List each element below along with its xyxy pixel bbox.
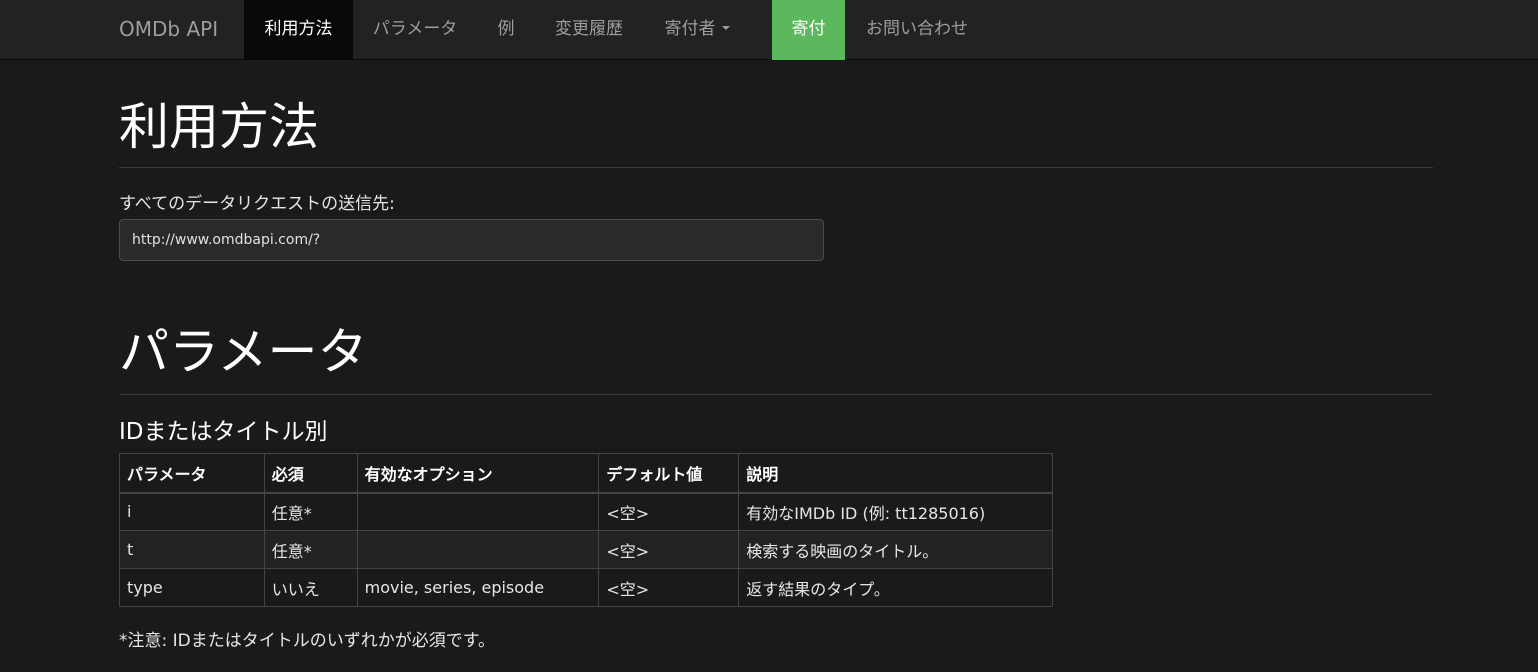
- divider: [119, 394, 1433, 395]
- chevron-down-icon: [721, 26, 730, 30]
- table-row: t 任意* <空> 検索する映画のタイトル。: [119, 530, 1053, 569]
- column-header: 説明: [738, 453, 1053, 494]
- usage-heading: 利用方法: [119, 98, 319, 156]
- table-cell: <空>: [598, 492, 740, 531]
- column-header: 必須: [263, 453, 358, 494]
- table-cell: 任意*: [263, 530, 358, 569]
- nav-item-usage[interactable]: 利用方法: [244, 0, 353, 60]
- table-cell: 任意*: [263, 492, 358, 531]
- table-cell: i: [119, 492, 265, 531]
- nav-item-donors-dropdown[interactable]: 寄付者: [643, 0, 751, 60]
- parameters-heading: パラメータ: [119, 323, 368, 381]
- table-header-row: パラメータ 必須 有効なオプション デフォルト値 説明: [119, 453, 1053, 494]
- parameters-table: パラメータ 必須 有効なオプション デフォルト値 説明 i 任意* <空> 有効…: [119, 453, 1053, 607]
- nav-item-parameters[interactable]: パラメータ: [353, 0, 477, 60]
- table-cell: 検索する映画のタイトル。: [738, 530, 1053, 569]
- table-cell: 有効なIMDb ID (例: tt1285016): [738, 492, 1053, 531]
- by-id-or-title-heading: IDまたはタイトル別: [119, 419, 328, 445]
- table-cell: [356, 530, 600, 569]
- nav-item-contact[interactable]: お問い合わせ: [845, 0, 989, 60]
- endpoint-url-field[interactable]: http://www.omdbapi.com/?: [119, 219, 824, 261]
- column-header: 有効なオプション: [356, 453, 600, 494]
- nav-item-examples[interactable]: 例: [477, 0, 535, 60]
- table-cell: いいえ: [263, 568, 358, 607]
- nav-item-donors-label: 寄付者: [664, 19, 716, 39]
- table-row: type いいえ movie, series, episode <空> 返す結果…: [119, 568, 1053, 607]
- required-note: *注意: IDまたはタイトルのいずれかが必須です。: [119, 631, 496, 651]
- table-cell: t: [119, 530, 265, 569]
- navbar: OMDb API 利用方法 パラメータ 例 変更履歴 寄付者 寄付 お問い合わせ: [0, 0, 1538, 60]
- brand-link[interactable]: OMDb API: [119, 0, 218, 60]
- table-row: i 任意* <空> 有効なIMDb ID (例: tt1285016): [119, 492, 1053, 531]
- nav-item-changelog[interactable]: 変更履歴: [535, 0, 643, 60]
- divider: [119, 167, 1433, 168]
- table-cell: <空>: [598, 568, 740, 607]
- endpoint-label: すべてのデータリクエストの送信先:: [119, 194, 395, 214]
- table-cell: [356, 492, 600, 531]
- table-cell: 返す結果のタイプ。: [738, 568, 1053, 607]
- table-cell: movie, series, episode: [356, 568, 600, 607]
- donate-button[interactable]: 寄付: [772, 0, 845, 60]
- table-cell: <空>: [598, 530, 740, 569]
- column-header: デフォルト値: [598, 453, 740, 494]
- column-header: パラメータ: [119, 453, 265, 494]
- table-cell: type: [119, 568, 265, 607]
